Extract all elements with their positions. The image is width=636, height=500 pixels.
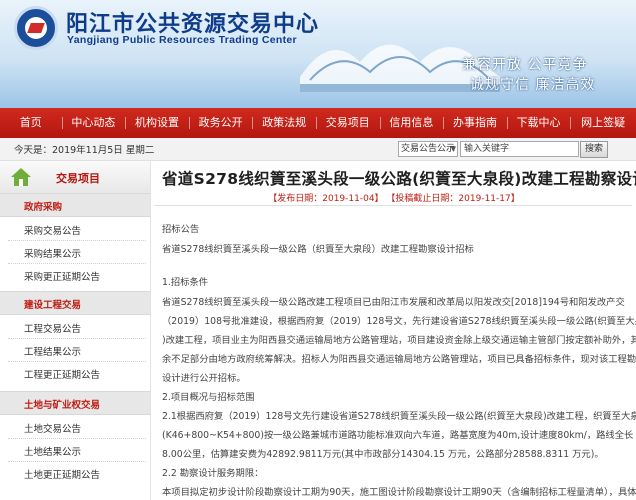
nav-public-affairs[interactable]: 政务公开 [188,108,253,138]
sidebar-header: 交易项目 [0,161,150,194]
article-line: 省道S278线织篢至溪头段一级公路（织篢至大泉段）改建工程勘察设计招标 [162,244,474,255]
nav-home[interactable]: 首页 [0,108,62,138]
article-line: 设计进行公开招标。 [162,373,246,384]
article-line: 2.1根据西府复（2019）128号文先行建设省道S278线织篢至溪头段一级公路… [162,411,636,422]
article-line: 省道S278线织篢至溪头段一级公路改建工程项目已由阳江市发展和改革局以阳发改交[… [162,297,625,308]
search-category-select[interactable]: 交易公告公示 ▼ [398,141,458,157]
logo-emblem-icon [25,17,47,39]
sidebar-item-construction-correction[interactable]: 工程更正延期公告 [24,367,100,381]
nav-policies[interactable]: 政策法规 [252,108,316,138]
sidebar-item-land-notice[interactable]: 土地交易公告 [24,421,81,435]
article-line: 8.00公里，估算建安费为42892.9811万元(其中市政部分14304.15… [162,449,604,460]
sidebar-title: 交易项目 [56,172,100,185]
article-line: 余不足部分由地方政府统筹解决。招标人为阳西县交通运输局地方公路管理站，项目已具备… [162,354,636,365]
chevron-down-icon: ▼ [450,145,456,153]
site-subtitle: Yangjiang Public Resources Trading Cente… [67,34,297,46]
nav-service-guide[interactable]: 办事指南 [443,108,507,138]
house-icon [11,168,31,186]
article-title: 省道S278线织篢至溪头段一级公路(织篢至大泉段)改建工程勘察设计 [162,170,636,188]
info-bar: 今天是：2019年11月5日 星期二 交易公告公示 ▼ 输入关键字 搜索 [0,138,636,161]
article-line: （2019）108号批准建设，根据西府复（2019）128号文，先行建设省道S2… [162,316,636,327]
sidebar-section-land[interactable]: 土地与矿业权交易 [0,391,150,415]
search-input[interactable]: 输入关键字 [460,141,579,157]
nav-online-qa[interactable]: 网上签疑 [570,108,636,138]
article-line: (K46+800~K54+800)按一级公路兼城市道路功能标准双向六车道，路基宽… [162,430,634,441]
slogan-line-2: 诚规守信 廉洁高效 [470,77,596,93]
article-line: 1.招标条件 [162,277,209,288]
site-header: 阳江市公共资源交易中心 Yangjiang Public Resources T… [0,0,636,108]
sidebar-section-construction[interactable]: 建设工程交易 [0,291,150,315]
nav-trading-projects[interactable]: 交易项目 [315,108,380,138]
site-logo[interactable] [14,6,58,50]
sidebar-item-land-correction[interactable]: 土地更正延期公告 [24,467,100,481]
slogan-line-1: 兼容开放 公平竞争 [462,57,588,73]
article-dates: 【发布日期：2019-11-04】 【投稿截止日期：2019-11-17】 [268,194,520,204]
nav-download-center[interactable]: 下载中心 [506,108,571,138]
sidebar-item-construction-notice[interactable]: 工程交易公告 [24,321,81,335]
main-nav: 首页 中心动态 机构设置 政务公开 政策法规 交易项目 信用信息 办事指南 下载… [0,108,636,138]
divider [154,205,632,206]
search-button[interactable]: 搜索 [580,141,608,158]
current-date: 今天是：2019年11月5日 星期二 [14,145,155,156]
article-panel: 省道S278线织篢至溪头段一级公路(织篢至大泉段)改建工程勘察设计 【发布日期：… [152,161,636,500]
article-line: 2.2 勘察设计服务期限： [162,468,264,479]
nav-credit-info[interactable]: 信用信息 [379,108,444,138]
sidebar: 交易项目 政府采购 采购交易公告 采购结果公示 采购更正延期公告 建设工程交易 … [0,161,151,500]
sidebar-section-procurement[interactable]: 政府采购 [0,193,150,217]
nav-center-news[interactable]: 中心动态 [61,108,126,138]
sidebar-item-procurement-result[interactable]: 采购结果公示 [24,246,81,260]
nav-organization[interactable]: 机构设置 [125,108,189,138]
sidebar-item-procurement-notice[interactable]: 采购交易公告 [24,223,81,237]
article-line: )改建工程，项目业主为阳西县交通运输局地方公路管理站，项目建设资金除上级交通运输… [162,335,636,346]
sidebar-item-land-result[interactable]: 土地结果公示 [24,444,81,458]
article-line: 2.项目概况与招标范围 [162,392,255,403]
sidebar-item-construction-result[interactable]: 工程结果公示 [24,344,81,358]
article-line: 本项目拟定初步设计阶段勘察设计工期为90天，施工图设计阶段勘察设计工期90天（含… [162,487,636,498]
article-line: 招标公告 [162,224,200,235]
sidebar-item-procurement-correction[interactable]: 采购更正延期公告 [24,269,100,283]
